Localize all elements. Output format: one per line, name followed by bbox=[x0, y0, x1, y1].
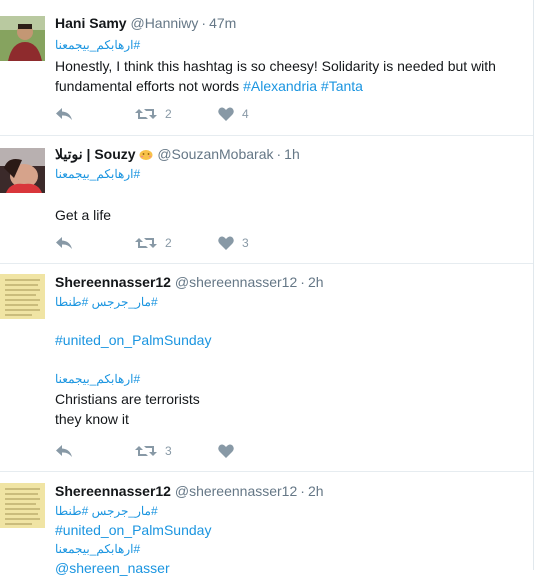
hashtag-arabic-pair[interactable]: #مار_جرجس #طنطا bbox=[55, 502, 523, 520]
display-name[interactable]: Hani Samy bbox=[55, 15, 127, 31]
username[interactable]: @shereennasser12 bbox=[175, 274, 297, 290]
tweet-header: Shereennasser12 @shereennasser12 · 2h bbox=[55, 482, 523, 500]
timestamp[interactable]: 1h bbox=[284, 146, 300, 162]
hashtag-arabic[interactable]: #ارهابكم_بيجمعنا bbox=[55, 165, 523, 183]
retweet-icon bbox=[135, 109, 157, 119]
retweet-icon bbox=[135, 238, 157, 248]
display-name-latin: Souzy bbox=[94, 146, 136, 162]
tweet-header: نوتيلا | Souzy @SouzanMobarak · 1h bbox=[55, 145, 523, 163]
tweet-actions: 2 3 bbox=[55, 233, 315, 253]
tweet-header: Shereennasser12 @shereennasser12 · 2h bbox=[55, 273, 523, 291]
separator-dot: · bbox=[300, 483, 305, 499]
timestamp[interactable]: 2h bbox=[308, 483, 324, 499]
avatar[interactable] bbox=[0, 483, 45, 528]
display-name-arabic: نوتيلا bbox=[55, 146, 83, 162]
tweet-actions: 3 bbox=[55, 441, 315, 461]
avatar[interactable] bbox=[0, 16, 45, 61]
hashtag-arabic[interactable]: #ارهابكم_بيجمعنا bbox=[55, 370, 523, 388]
mention-link[interactable]: @shereen_nasser bbox=[55, 558, 523, 578]
separator-dot: · bbox=[300, 274, 305, 290]
retweet-button[interactable]: 3 bbox=[135, 441, 172, 461]
tweet[interactable]: Shereennasser12 @shereennasser12 · 2h #مار… bbox=[0, 263, 533, 472]
retweet-count: 2 bbox=[165, 107, 172, 121]
emoji-icon bbox=[139, 146, 153, 160]
hashtag-united-on-palmsunday[interactable]: #united_on_PalmSunday bbox=[55, 520, 523, 540]
tweet[interactable]: نوتيلا | Souzy @SouzanMobarak · 1h #ارهابك… bbox=[0, 135, 533, 264]
separator-dot: · bbox=[201, 15, 207, 31]
hashtag-alexandria[interactable]: #Alexandria bbox=[243, 78, 317, 94]
heart-icon bbox=[218, 444, 234, 458]
reply-button[interactable] bbox=[55, 104, 73, 124]
display-name-separator: | bbox=[86, 146, 91, 162]
hashtag-arabic[interactable]: #ارهابكم_بيجمعنا bbox=[55, 36, 523, 54]
username[interactable]: @Hanniwy bbox=[130, 15, 198, 31]
username[interactable]: @SouzanMobarak bbox=[157, 146, 273, 162]
retweet-button[interactable]: 2 bbox=[135, 104, 172, 124]
heart-icon bbox=[218, 107, 234, 121]
tweet-text-line: fundamental efforts not words bbox=[55, 78, 240, 94]
like-button[interactable]: 4 bbox=[218, 104, 249, 124]
avatar[interactable] bbox=[0, 148, 45, 193]
tweet[interactable]: Shereennasser12 @shereennasser12 · 2h #مار… bbox=[0, 472, 533, 576]
username[interactable]: @shereennasser12 bbox=[175, 483, 297, 499]
display-name[interactable]: نوتيلا | Souzy bbox=[55, 146, 136, 162]
hashtag-arabic-pair[interactable]: #مار_جرجس #طنطا bbox=[55, 293, 523, 311]
tweet-text: Honestly, I think this hashtag is so che… bbox=[55, 56, 523, 76]
retweet-count: 2 bbox=[165, 236, 172, 250]
tweet-actions: 2 4 bbox=[55, 104, 315, 124]
reply-icon bbox=[56, 237, 72, 249]
like-button[interactable] bbox=[218, 441, 234, 461]
timeline-border bbox=[533, 0, 534, 570]
tweet[interactable]: Hani Samy @Hanniwy · 47m #ارهابكم_بيجمعنا … bbox=[0, 0, 533, 136]
retweet-icon bbox=[135, 446, 157, 456]
tweet-text-line: Christians are terrorists bbox=[55, 391, 200, 407]
reply-icon bbox=[56, 445, 72, 457]
reply-button[interactable] bbox=[55, 233, 73, 253]
retweet-button[interactable]: 2 bbox=[135, 233, 172, 253]
reply-button[interactable] bbox=[55, 441, 73, 461]
display-name[interactable]: Shereennasser12 bbox=[55, 483, 171, 499]
retweet-count: 3 bbox=[165, 444, 172, 458]
heart-icon bbox=[218, 236, 234, 250]
avatar[interactable] bbox=[0, 274, 45, 319]
separator-dot: · bbox=[276, 146, 282, 162]
tweet-header: Hani Samy @Hanniwy · 47m bbox=[55, 14, 523, 32]
like-count: 4 bbox=[242, 107, 249, 121]
tweet-text: fundamental efforts not words #Alexandri… bbox=[55, 76, 523, 96]
hashtag-tanta[interactable]: #Tanta bbox=[321, 78, 363, 94]
hashtag-arabic[interactable]: #ارهابكم_بيجمعنا bbox=[55, 540, 523, 558]
tweet-text-line: they know it bbox=[55, 411, 129, 427]
tweet-text: Get a life bbox=[55, 207, 112, 223]
display-name[interactable]: Shereennasser12 bbox=[55, 274, 171, 290]
timestamp[interactable]: 2h bbox=[308, 274, 324, 290]
hashtag-united-on-palmsunday[interactable]: #united_on_PalmSunday bbox=[55, 330, 523, 350]
timestamp[interactable]: 47m bbox=[209, 15, 236, 31]
like-button[interactable]: 3 bbox=[218, 233, 249, 253]
like-count: 3 bbox=[242, 236, 249, 250]
reply-icon bbox=[56, 108, 72, 120]
tweet-text-line: Honestly, I think this hashtag is so che… bbox=[55, 58, 496, 74]
